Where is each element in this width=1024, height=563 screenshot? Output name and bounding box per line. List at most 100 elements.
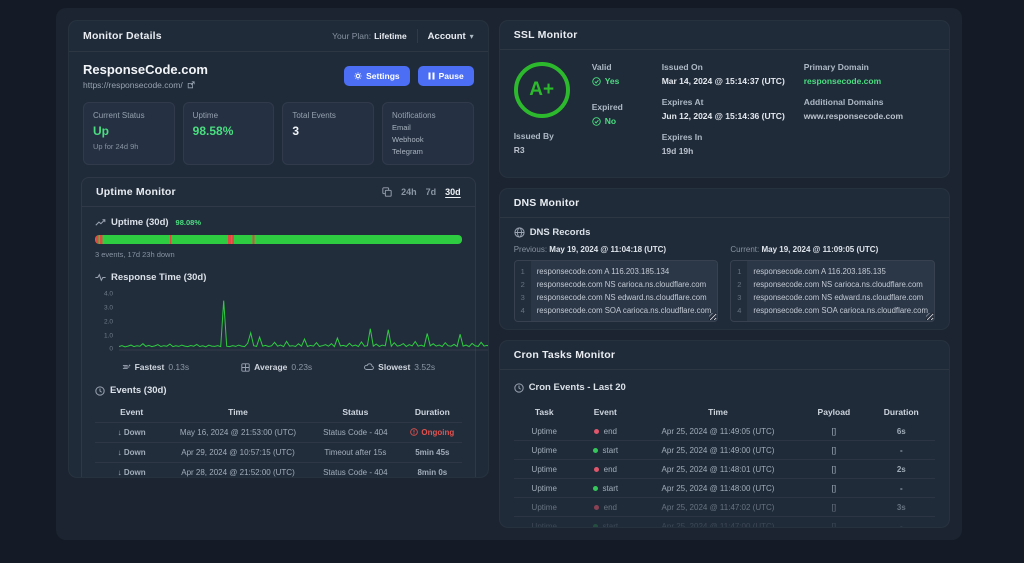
clock-icon: [514, 383, 524, 393]
uptime-monitor-card: Uptime Monitor 24h 7d 30d Uptime (30d): [81, 177, 476, 478]
slowest-icon: [364, 363, 374, 371]
slowest-value: 3.52s: [414, 362, 435, 372]
event-status-dot: [594, 429, 599, 434]
cron-event: start: [603, 522, 619, 529]
cron-row: Uptime start Apr 25, 2024 @ 11:47:00 (UT…: [514, 517, 935, 529]
dns-records-label: DNS Records: [530, 227, 591, 238]
cron-col-duration: Duration: [868, 402, 935, 422]
cron-task: Uptime: [514, 422, 575, 441]
range-tab-24h[interactable]: 24h: [401, 187, 417, 197]
event-status: Status Code - 404: [308, 463, 403, 479]
pause-button[interactable]: Pause: [418, 66, 474, 86]
cron-payload: []: [800, 479, 867, 498]
event-status: Timeout after 15s: [308, 443, 403, 463]
additional-domains-value: www.responsecode.com: [804, 111, 935, 121]
expires-in-value: 19d 19h: [662, 146, 790, 156]
cron-col-time: Time: [636, 402, 800, 422]
cron-row: Uptime end Apr 25, 2024 @ 11:49:05 (UTC)…: [514, 422, 935, 441]
dns-record: responsecode.com A 116.203.185.135: [753, 265, 928, 278]
event-status-dot: [594, 467, 599, 472]
cron-row: Uptime start Apr 25, 2024 @ 11:49:00 (UT…: [514, 441, 935, 460]
event-time: Apr 28, 2024 @ 21:52:00 (UTC): [168, 463, 307, 479]
cron-task: Uptime: [514, 498, 575, 517]
cron-time: Apr 25, 2024 @ 11:47:02 (UTC): [636, 498, 800, 517]
range-tab-7d[interactable]: 7d: [426, 187, 437, 197]
dns-record: responsecode.com SOA carioca.ns.cloudfla…: [753, 304, 928, 317]
ssl-monitor-card: SSL Monitor A+ Issued By R3 Valid: [499, 20, 950, 178]
y-tick: 2.0: [104, 319, 113, 326]
response-time-chart: 4.0 3.0 2.0 1.0 0: [95, 288, 462, 358]
plan-value: Lifetime: [374, 31, 407, 41]
dns-record: responsecode.com NS carioca.ns.cloudflar…: [753, 278, 928, 291]
slowest-stat: Slowest 3.52s: [364, 362, 435, 372]
dns-record: responsecode.com NS carioca.ns.cloudflar…: [537, 278, 712, 291]
response-time-label: Response Time (30d): [111, 272, 206, 283]
cron-duration: -: [868, 479, 935, 498]
cron-row: Uptime start Apr 25, 2024 @ 11:48:00 (UT…: [514, 479, 935, 498]
gear-icon: [354, 72, 362, 80]
events-30d-label: Events (30d): [110, 385, 167, 396]
y-tick: 3.0: [104, 305, 113, 312]
page-title: Monitor Details: [83, 30, 162, 42]
cron-payload: []: [800, 460, 867, 479]
monitor-url-link[interactable]: https://responsecode.com/: [83, 80, 208, 90]
cron-task: Uptime: [514, 441, 575, 460]
event-status-dot: [593, 486, 598, 491]
ssl-grade: A+: [529, 79, 554, 101]
average-icon: [241, 363, 250, 372]
notification-channel: Telegram: [392, 147, 464, 156]
dns-monitor-card: DNS Monitor DNS Records Previous: May 19…: [499, 188, 950, 330]
fastest-stat: Fastest 0.13s: [122, 362, 190, 372]
uptime-label: Uptime: [193, 111, 265, 120]
range-tab-30d[interactable]: 30d: [445, 187, 461, 197]
event-status-dot: [593, 524, 598, 529]
dns-monitor-title: DNS Monitor: [514, 197, 580, 209]
cron-event: start: [603, 446, 619, 455]
uptime-summary: 3 events, 17d 23h down: [95, 250, 462, 259]
copy-icon[interactable]: [382, 187, 392, 197]
ssl-monitor-title: SSL Monitor: [514, 29, 578, 41]
total-events-label: Total Events: [292, 111, 364, 120]
event-type: Down: [124, 468, 146, 477]
event-row: ↓ Down Apr 28, 2024 @ 21:52:00 (UTC) Sta…: [95, 463, 462, 479]
total-events-value: 3: [292, 124, 364, 138]
issued-on-value: Mar 14, 2024 @ 15:14:37 (UTC): [662, 76, 790, 86]
fastest-icon: [122, 363, 131, 371]
cron-duration: 3s: [868, 498, 935, 517]
trending-up-icon: [95, 218, 106, 227]
current-status-value: Up: [93, 124, 165, 138]
cron-time: Apr 25, 2024 @ 11:49:00 (UTC): [636, 441, 800, 460]
external-link-icon: [187, 81, 195, 89]
check-circle-icon: [592, 117, 601, 126]
dns-current-records-box[interactable]: 1234 responsecode.com A 116.203.185.135 …: [730, 260, 935, 322]
cron-time: Apr 25, 2024 @ 11:48:00 (UTC): [636, 479, 800, 498]
current-status-label: Current Status: [93, 111, 165, 120]
cron-payload: []: [800, 422, 867, 441]
cron-duration: -: [868, 441, 935, 460]
clock-icon: [95, 386, 105, 396]
notifications-label: Notifications: [392, 111, 464, 120]
event-duration: 8min 0s: [403, 463, 462, 479]
monitor-details-card: Monitor Details Your Plan:Lifetime Accou…: [68, 20, 489, 478]
cron-payload: []: [800, 441, 867, 460]
event-row: ↓ Down May 16, 2024 @ 21:53:00 (UTC) Sta…: [95, 423, 462, 443]
valid-value: Yes: [592, 76, 648, 86]
dns-record: responsecode.com NS edward.ns.cloudflare…: [537, 291, 712, 304]
chevron-down-icon: ▾: [470, 32, 474, 41]
settings-button[interactable]: Settings: [344, 66, 410, 86]
event-type: Down: [124, 448, 146, 457]
average-value: 0.23s: [291, 362, 312, 372]
dns-previous-records-box[interactable]: 1234 responsecode.com A 116.203.185.134 …: [514, 260, 719, 322]
primary-domain-link[interactable]: responsecode.com: [804, 76, 935, 86]
event-duration: Ongoing: [403, 423, 462, 443]
check-circle-icon: [592, 77, 601, 86]
issued-on-label: Issued On: [662, 62, 790, 72]
event-type: Down: [124, 428, 146, 437]
event-status-dot: [594, 505, 599, 510]
account-dropdown[interactable]: Account ▾: [428, 31, 474, 42]
cron-event: start: [603, 484, 619, 493]
y-tick: 1.0: [104, 333, 113, 340]
event-time: Apr 29, 2024 @ 10:57:15 (UTC): [168, 443, 307, 463]
dns-record: responsecode.com A 116.203.185.134: [537, 265, 712, 278]
cron-col-payload: Payload: [800, 402, 867, 422]
